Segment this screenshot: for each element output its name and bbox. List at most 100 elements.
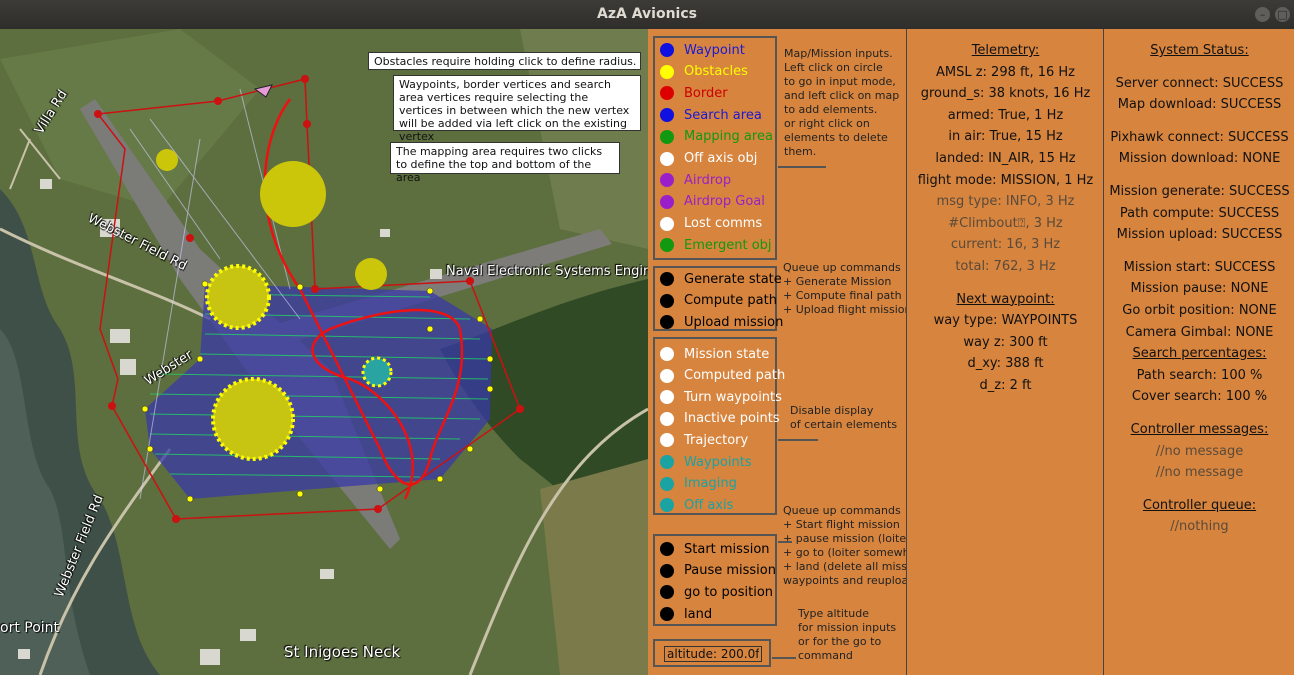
telemetry-line: ground_s: 38 knots, 16 Hz <box>920 86 1091 102</box>
option-label: Generate state <box>684 271 782 287</box>
inputs-option[interactable]: Airdrop Goal <box>660 192 765 212</box>
flight-option[interactable]: Start mission <box>660 539 770 559</box>
obstacle-2 <box>260 161 326 227</box>
display-option[interactable]: Imaging <box>660 474 737 494</box>
option-label: Airdrop <box>684 172 732 188</box>
display-option[interactable]: Turn waypoints <box>660 387 782 407</box>
telemetry-line-dim: total: 762, 3 Hz <box>955 258 1056 274</box>
display-option[interactable]: Waypoints <box>660 452 752 472</box>
display-note: Disable display of certain elements <box>790 404 898 431</box>
status-line: Go orbit position: NONE <box>1122 302 1277 318</box>
mission-map[interactable]: Villa Rd Webster Field Rd Webster Webste… <box>0 29 648 675</box>
next-waypoint-header: Next waypoint: <box>956 291 1055 307</box>
altitude-input[interactable] <box>664 646 762 662</box>
inputs-option[interactable]: Emergent obj <box>660 235 772 255</box>
radio-circle-icon[interactable] <box>660 315 674 329</box>
radio-circle-icon[interactable] <box>660 347 674 361</box>
inputs-option[interactable]: Obstacles <box>660 62 748 82</box>
option-label: Airdrop Goal <box>684 194 765 210</box>
inputs-option[interactable]: Border <box>660 83 728 103</box>
display-option[interactable]: Computed path <box>660 366 785 386</box>
window-titlebar: AzA Avionics – □ × <box>0 0 1294 29</box>
option-label: Turn waypoints <box>684 389 782 405</box>
radio-circle-icon[interactable] <box>660 476 674 491</box>
commands-option[interactable]: Compute path <box>660 291 777 311</box>
radio-circle-icon[interactable] <box>660 293 674 308</box>
status-line: Mission start: SUCCESS <box>1123 259 1276 275</box>
waypoints-tooltip: Waypoints, border vertices and search ar… <box>393 75 641 143</box>
radio-circle-icon[interactable] <box>660 64 674 79</box>
telemetry-line: flight mode: MISSION, 1 Hz <box>917 172 1094 188</box>
system-status-header: System Status: <box>1150 43 1249 58</box>
flight-option[interactable]: go to position <box>660 582 773 602</box>
obstacle-3 <box>355 258 387 290</box>
commands-option[interactable]: Upload mission <box>660 312 783 332</box>
display-option[interactable]: Mission state <box>660 344 769 364</box>
radio-circle-icon[interactable] <box>660 129 674 144</box>
option-label: Emergent obj <box>684 237 772 253</box>
telemetry-panel: Telemetry: AMSL z: 298 ft, 16 Hz ground_… <box>906 29 1104 675</box>
inputs-option[interactable]: Waypoint <box>660 40 745 60</box>
option-label: go to position <box>684 584 774 600</box>
controller-messages-header: Controller messages: <box>1130 421 1269 437</box>
radio-circle-icon[interactable] <box>660 238 674 253</box>
radio-circle-icon[interactable] <box>660 272 674 286</box>
display-option[interactable]: Off axis <box>660 495 733 515</box>
inputs-option[interactable]: Search area <box>660 105 762 125</box>
telemetry-line: AMSL z: 298 ft, 16 Hz <box>935 64 1075 80</box>
option-label: land <box>684 606 713 622</box>
radio-circle-icon[interactable] <box>660 498 674 513</box>
option-label: Mission state <box>684 346 770 362</box>
radio-circle-icon[interactable] <box>660 607 674 622</box>
radio-circle-icon[interactable] <box>660 433 674 448</box>
controller-message: //no message <box>1155 443 1244 459</box>
controller-message: //no message <box>1155 465 1244 481</box>
status-line: Mission upload: SUCCESS <box>1116 227 1283 243</box>
radio-circle-icon[interactable] <box>660 173 674 188</box>
flight-option[interactable]: land <box>660 604 712 624</box>
radio-circle-icon[interactable] <box>660 86 674 101</box>
option-label: Off axis <box>684 497 734 513</box>
minimize-icon[interactable]: – <box>1255 7 1270 22</box>
control-panel: Waypoint Obstacles Border Search area Mappin… <box>648 29 932 675</box>
flight-option[interactable]: Pause mission <box>660 561 776 581</box>
radio-circle-icon[interactable] <box>660 542 674 556</box>
inputs-note-underline <box>778 166 826 168</box>
radio-circle-icon[interactable] <box>660 151 674 166</box>
radio-circle-icon[interactable] <box>660 563 674 578</box>
commands-option[interactable]: Generate state <box>660 269 782 289</box>
radio-circle-icon[interactable] <box>660 368 674 383</box>
option-label: Trajectory <box>684 432 749 448</box>
radio-circle-icon[interactable] <box>660 194 674 209</box>
telemetry-line: landed: IN_AIR, 15 Hz <box>935 150 1076 166</box>
commands-note: Queue up commands + Generate Mission + C… <box>783 261 912 316</box>
status-panel: System Status: Server connect: SUCCESS M… <box>1103 29 1294 675</box>
telemetry-line: armed: True, 1 Hz <box>947 107 1064 123</box>
radio-circle-icon[interactable] <box>660 411 674 426</box>
maximize-icon[interactable]: □ <box>1275 7 1290 22</box>
mapping-tooltip: The mapping area requires two clicks to … <box>390 142 620 184</box>
altitude-note: Type altitude for mission inputs or for … <box>798 607 897 662</box>
display-note-underline <box>778 439 818 441</box>
radio-circle-icon[interactable] <box>660 390 674 405</box>
display-option[interactable]: Trajectory <box>660 430 748 450</box>
radio-circle-icon[interactable] <box>660 585 674 600</box>
flight-note-underline <box>778 541 792 543</box>
status-line: Path compute: SUCCESS <box>1119 205 1280 221</box>
status-line: Map download: SUCCESS <box>1117 97 1282 113</box>
next-waypoint-line: d_z: 2 ft <box>979 377 1032 393</box>
inputs-option[interactable]: Airdrop <box>660 170 731 190</box>
inputs-option[interactable]: Lost comms <box>660 214 762 234</box>
radio-circle-icon[interactable] <box>660 43 674 57</box>
inputs-option[interactable]: Mapping area <box>660 127 773 147</box>
radio-circle-icon[interactable] <box>660 455 674 469</box>
telemetry-line: in air: True, 15 Hz <box>948 129 1063 145</box>
controller-queue-header: Controller queue: <box>1142 497 1257 513</box>
display-option[interactable]: Inactive points <box>660 409 780 429</box>
telemetry-line-dim: current: 16, 3 Hz <box>950 237 1061 253</box>
radio-circle-icon[interactable] <box>660 108 674 123</box>
radio-circle-icon[interactable] <box>660 216 674 231</box>
status-column: System Status: Server connect: SUCCESS M… <box>1104 40 1294 538</box>
next-waypoint-line: way type: WAYPOINTS <box>933 313 1078 329</box>
inputs-option[interactable]: Off axis obj <box>660 149 757 169</box>
